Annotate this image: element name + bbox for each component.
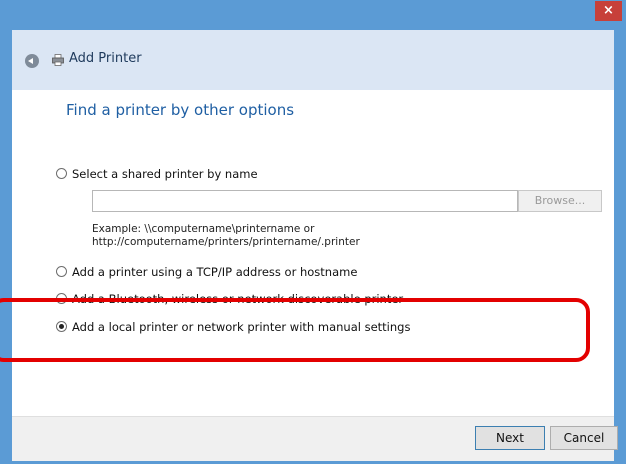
wizard-footer: Next Cancel bbox=[12, 416, 618, 461]
shared-printer-name-input[interactable] bbox=[92, 190, 518, 212]
cancel-button[interactable]: Cancel bbox=[550, 426, 618, 450]
close-button[interactable]: × bbox=[595, 1, 622, 21]
title-bar: × bbox=[0, 0, 626, 30]
browse-button[interactable]: Browse... bbox=[518, 190, 602, 212]
option-label: Select a shared printer by name bbox=[72, 167, 258, 181]
tcpip-radio[interactable] bbox=[56, 266, 67, 277]
option-shared-printer[interactable]: Select a shared printer by name bbox=[56, 167, 258, 181]
back-arrow-icon[interactable] bbox=[25, 54, 39, 68]
example-line-1: Example: \\computername\printername or bbox=[92, 223, 315, 235]
page-heading: Find a printer by other options bbox=[66, 101, 295, 119]
wizard-content: Find a printer by other options Select a… bbox=[12, 90, 614, 416]
next-button[interactable]: Next bbox=[475, 426, 545, 450]
wizard-title: Add Printer bbox=[69, 51, 142, 66]
printer-icon bbox=[52, 54, 64, 66]
window-frame: × Add Printer Find a printer by other op… bbox=[0, 0, 626, 464]
option-tcpip[interactable]: Add a printer using a TCP/IP address or … bbox=[56, 265, 357, 279]
highlight-annotation bbox=[0, 298, 590, 362]
wizard-header: Add Printer bbox=[12, 30, 614, 90]
example-text: Example: \\computername\printername or h… bbox=[92, 223, 360, 249]
example-line-2: http://computername/printers/printername… bbox=[92, 236, 360, 248]
shared-printer-radio[interactable] bbox=[56, 168, 67, 179]
option-label: Add a printer using a TCP/IP address or … bbox=[72, 265, 358, 279]
